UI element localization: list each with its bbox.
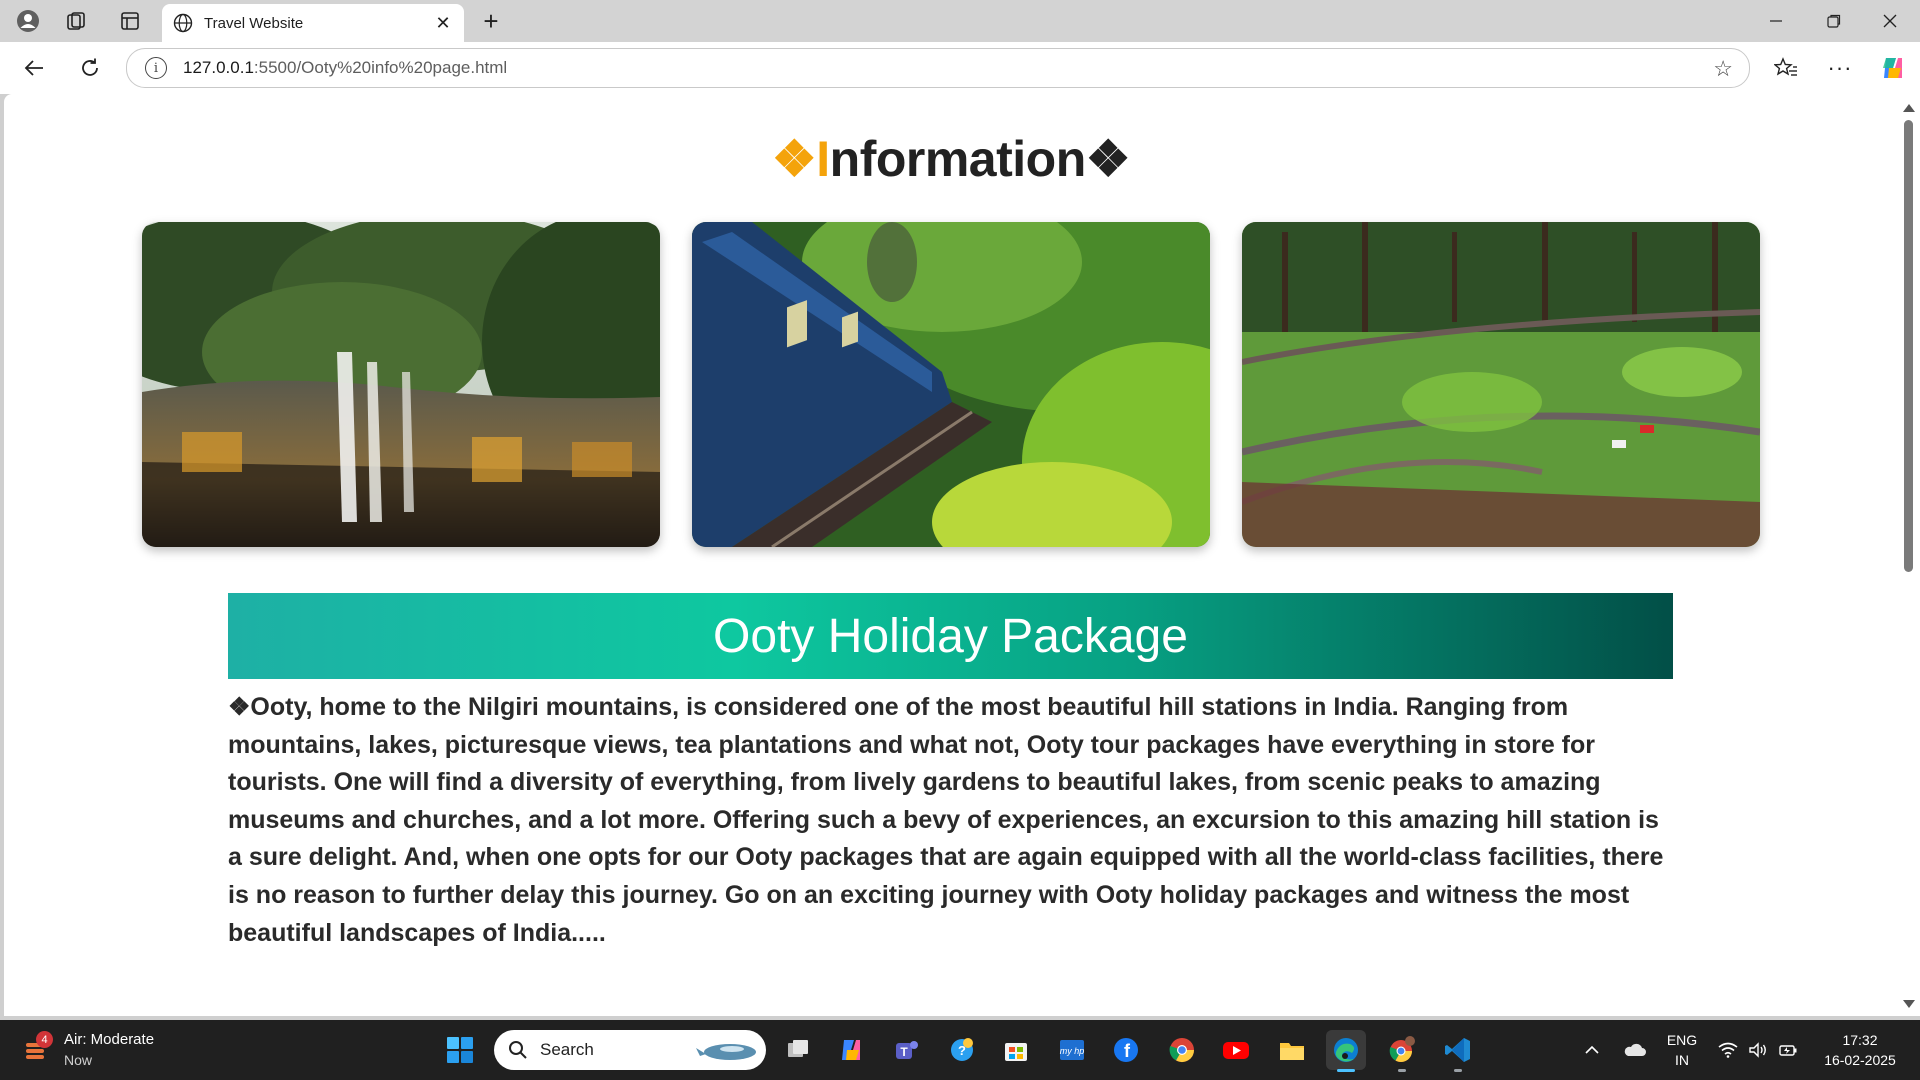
onedrive-icon[interactable] (1618, 1020, 1650, 1080)
profile-icon[interactable] (10, 4, 46, 38)
language-indicator[interactable]: ENG IN (1660, 1030, 1704, 1070)
chrome-icon[interactable] (1162, 1030, 1202, 1070)
restore-icon[interactable] (1806, 0, 1862, 42)
weather-icon: 4 (22, 1031, 53, 1065)
package-banner: Ooty Holiday Package (228, 593, 1673, 679)
back-icon[interactable] (16, 50, 52, 86)
vscode-icon[interactable] (1438, 1030, 1478, 1072)
wifi-icon[interactable] (1714, 1020, 1742, 1080)
chrome-profile-icon[interactable] (1382, 1030, 1422, 1072)
copilot-taskbar-icon[interactable] (832, 1030, 872, 1070)
minimize-icon[interactable] (1748, 0, 1804, 42)
globe-icon (172, 12, 194, 34)
windows-taskbar: 4 Air: Moderate Now Search T ? my hp f E… (0, 1020, 1920, 1080)
new-tab-icon[interactable]: + (474, 6, 508, 36)
tips-icon[interactable]: ? (942, 1030, 982, 1070)
tab-title: Travel Website (204, 14, 304, 32)
volume-icon[interactable] (1744, 1020, 1772, 1080)
task-view-icon[interactable] (778, 1030, 818, 1070)
vertical-tabs-icon[interactable] (112, 4, 148, 38)
more-menu-icon[interactable]: ··· (1822, 50, 1858, 86)
heading-diamond-right-icon: ❖ (1085, 131, 1131, 187)
weather-title: Air: Moderate (64, 1031, 155, 1048)
svg-text:T: T (900, 1045, 908, 1059)
toy-train-photo (692, 222, 1210, 547)
scroll-down-icon[interactable] (1903, 1000, 1915, 1008)
start-icon[interactable] (440, 1030, 480, 1070)
waterfall-photo (142, 222, 660, 547)
close-window-icon[interactable] (1862, 0, 1918, 42)
favorite-star-icon[interactable]: ☆ (1713, 56, 1733, 82)
refresh-icon[interactable] (72, 50, 108, 86)
edge-icon[interactable] (1326, 1030, 1366, 1072)
tea-valley-photo (1242, 222, 1760, 547)
package-description: ❖Ooty, home to the Nilgiri mountains, is… (228, 693, 1664, 947)
active-tab[interactable]: Travel Website ✕ (162, 4, 464, 42)
svg-text:f: f (1124, 1041, 1131, 1061)
banner-title: Ooty Holiday Package (713, 609, 1188, 663)
weather-widget[interactable]: 4 Air: Moderate Now (22, 1030, 154, 1070)
store-icon[interactable] (996, 1030, 1036, 1070)
svg-text:my hp: my hp (1060, 1046, 1085, 1056)
search-icon (509, 1041, 527, 1059)
teams-icon[interactable]: T (886, 1030, 926, 1070)
browser-tab-strip: Travel Website ✕ + (0, 0, 1920, 42)
page-scrollbar[interactable] (1898, 94, 1920, 1016)
address-bar[interactable]: i 127.0.0.1:5500/Ooty%20info%20page.html… (126, 48, 1750, 88)
scroll-up-icon[interactable] (1903, 104, 1915, 112)
page-title: ❖Information❖ (771, 131, 1131, 187)
copilot-icon[interactable] (1876, 50, 1912, 86)
system-clock[interactable]: 17:32 16-02-2025 (1810, 1030, 1910, 1070)
battery-icon[interactable] (1774, 1020, 1802, 1080)
weather-sub: Now (64, 1052, 93, 1068)
browser-toolbar: i 127.0.0.1:5500/Ooty%20info%20page.html… (0, 42, 1920, 94)
photo-gallery (4, 222, 1898, 547)
file-explorer-icon[interactable] (1272, 1030, 1312, 1070)
site-info-icon[interactable]: i (145, 57, 167, 79)
taskbar-search[interactable]: Search (494, 1030, 766, 1070)
close-tab-icon[interactable]: ✕ (430, 10, 456, 36)
svg-text:?: ? (958, 1043, 966, 1058)
weather-badge: 4 (36, 1031, 53, 1048)
heading-diamond-left-icon: ❖ (771, 131, 817, 187)
show-hidden-icons-icon[interactable] (1578, 1020, 1606, 1080)
youtube-icon[interactable] (1216, 1030, 1256, 1070)
hp-app-icon[interactable]: my hp (1052, 1030, 1092, 1070)
url-text[interactable]: 127.0.0.1:5500/Ooty%20info%20page.html (183, 58, 507, 78)
collections-icon[interactable] (58, 4, 94, 38)
scrollbar-thumb[interactable] (1904, 120, 1913, 572)
favorites-icon[interactable] (1768, 50, 1804, 86)
search-highlight-icon (696, 1044, 756, 1060)
facebook-icon[interactable]: f (1106, 1030, 1146, 1070)
page-viewport: ❖Information❖ Ooty Holiday Package ❖Ooty… (4, 94, 1898, 1016)
